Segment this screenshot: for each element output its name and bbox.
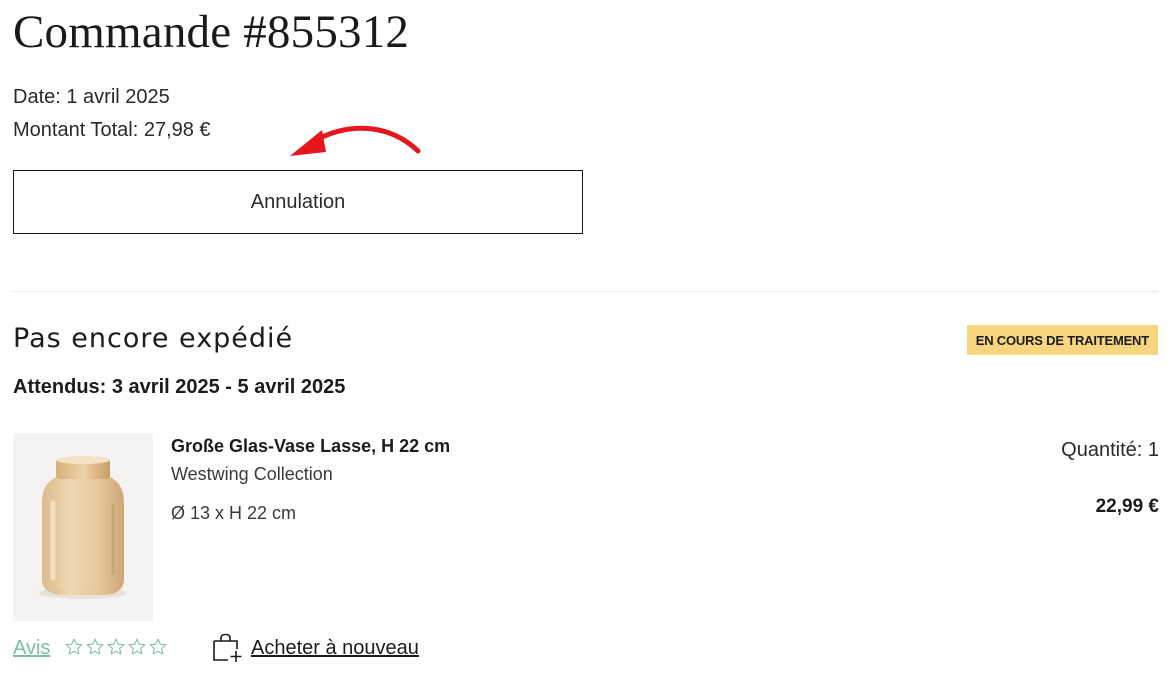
bag-plus-icon (213, 633, 242, 662)
order-total: Montant Total: 27,98 € (13, 119, 211, 141)
product-dimensions: Ø 13 x H 22 cm (171, 503, 297, 523)
star-icon[interactable] (127, 637, 147, 657)
vase-image (39, 456, 127, 599)
star-icon[interactable] (64, 637, 84, 657)
star-icon[interactable] (148, 637, 168, 657)
section-divider (13, 291, 1158, 292)
product-brand: Westwing Collection (171, 464, 333, 484)
star-icon[interactable] (85, 637, 105, 657)
product-quantity: Quantité: 1 (1061, 439, 1159, 461)
review-link[interactable]: Avis (13, 635, 50, 661)
product-image[interactable] (13, 433, 153, 621)
page-title: Commande #855312 (13, 6, 410, 58)
star-icon[interactable] (106, 637, 126, 657)
shipment-status-heading: Pas encore expédié (13, 323, 294, 354)
buy-again-button[interactable]: Acheter à nouveau (211, 633, 419, 663)
rating-stars[interactable] (64, 637, 168, 657)
buy-again-label[interactable]: Acheter à nouveau (251, 635, 419, 661)
status-badge: EN COURS DE TRAITEMENT (966, 325, 1158, 355)
product-name[interactable]: Große Glas-Vase Lasse, H 22 cm (171, 434, 450, 458)
product-price: 22,99 € (1095, 496, 1159, 517)
cancel-order-button[interactable]: Annulation (13, 170, 583, 234)
expected-delivery: Attendus: 3 avril 2025 - 5 avril 2025 (13, 376, 346, 398)
order-detail-page: Commande #855312 Date: 1 avril 2025 Mont… (0, 0, 1175, 677)
red-arrow-icon (290, 125, 421, 156)
order-date: Date: 1 avril 2025 (13, 86, 170, 108)
